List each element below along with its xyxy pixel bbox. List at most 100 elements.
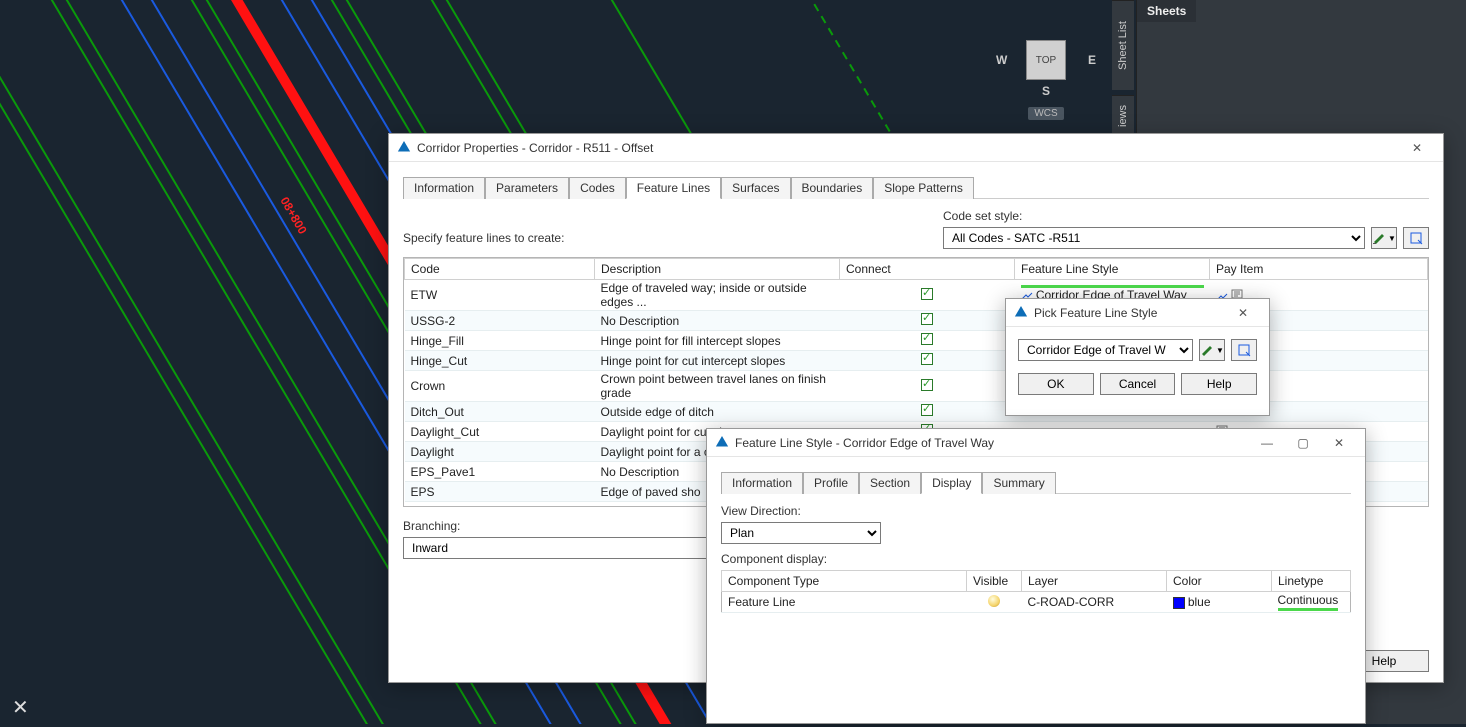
cell-visible[interactable] <box>967 592 1022 613</box>
cell-code: ETW <box>405 280 595 311</box>
fls-title: Feature Line Style - Corridor Edge of Tr… <box>735 436 1249 450</box>
view-cube[interactable]: W E S TOP WCS <box>986 0 1106 120</box>
color-swatch <box>1173 597 1185 609</box>
fls-close-button[interactable]: ✕ <box>1321 431 1357 455</box>
cell-color[interactable]: blue <box>1167 592 1272 613</box>
pick-edit-button[interactable]: ▼ <box>1199 339 1225 361</box>
cell-connect[interactable] <box>840 351 1015 371</box>
pick-titlebar[interactable]: Pick Feature Line Style ✕ <box>1006 299 1269 327</box>
th-desc[interactable]: Description <box>595 259 840 280</box>
tab-display[interactable]: Display <box>921 472 982 494</box>
th-color[interactable]: Color <box>1167 571 1272 592</box>
cell-code: Daylight_Cut <box>405 422 595 442</box>
tab-information[interactable]: Information <box>721 472 803 494</box>
tab-slope-patterns[interactable]: Slope Patterns <box>873 177 974 199</box>
pick-fls-select[interactable]: Corridor Edge of Travel W <box>1018 339 1193 361</box>
tab-boundaries[interactable]: Boundaries <box>791 177 874 199</box>
cell-comptype: Feature Line <box>722 592 967 613</box>
corridor-titlebar[interactable]: Corridor Properties - Corridor - R511 - … <box>389 134 1443 162</box>
tab-codes[interactable]: Codes <box>569 177 626 199</box>
pick-fls-dialog: Pick Feature Line Style ✕ Corridor Edge … <box>1005 298 1270 416</box>
checkbox-icon <box>921 288 933 300</box>
tab-information[interactable]: Information <box>403 177 485 199</box>
th-fls[interactable]: Feature Line Style <box>1015 259 1210 280</box>
th-visible[interactable]: Visible <box>967 571 1022 592</box>
pick-select-in-drawing-button[interactable] <box>1231 339 1257 361</box>
cell-code: USSG-2 <box>405 311 595 331</box>
pencil-icon <box>1372 231 1386 245</box>
cell-connect[interactable] <box>840 331 1015 351</box>
pick-icon <box>1409 231 1423 245</box>
component-display-table: Component Type Visible Layer Color Linet… <box>721 570 1351 613</box>
fls-titlebar[interactable]: Feature Line Style - Corridor Edge of Tr… <box>707 429 1365 457</box>
checkbox-icon <box>921 313 933 325</box>
side-tab-sheet-list[interactable]: Sheet List <box>1112 0 1134 90</box>
tab-summary[interactable]: Summary <box>982 472 1055 494</box>
viewcube-top-face[interactable]: TOP <box>1026 40 1066 80</box>
codeset-select[interactable]: All Codes - SATC -R511 <box>943 227 1365 249</box>
pick-help-button[interactable]: Help <box>1181 373 1257 395</box>
corridor-tabs: InformationParametersCodesFeature LinesS… <box>403 176 1429 199</box>
th-linetype[interactable]: Linetype <box>1272 571 1351 592</box>
wcs-button[interactable]: WCS <box>1028 107 1063 120</box>
th-pay[interactable]: Pay Item <box>1210 259 1428 280</box>
table-row[interactable]: Hinge_FillHinge point for fill intercept… <box>405 331 1428 351</box>
table-row[interactable]: CrownCrown point between travel lanes on… <box>405 371 1428 402</box>
viewcube-south[interactable]: S <box>1042 84 1050 98</box>
cell-code: Ditch_Out <box>405 402 595 422</box>
cell-desc: Crown point between travel lanes on fini… <box>595 371 840 402</box>
viewcube-west[interactable]: W <box>996 53 1007 67</box>
table-row[interactable]: Ditch_OutOutside edge of ditch <box>405 402 1428 422</box>
corridor-close-button[interactable]: ✕ <box>1399 136 1435 160</box>
cell-code: Daylight <box>405 442 595 462</box>
pick-icon <box>1237 343 1251 357</box>
cell-desc: Edge of traveled way; inside or outside … <box>595 280 840 311</box>
table-row[interactable]: ETWEdge of traveled way; inside or outsi… <box>405 280 1428 311</box>
checkbox-icon <box>921 333 933 345</box>
th-layer[interactable]: Layer <box>1022 571 1167 592</box>
svg-text:08+800: 08+800 <box>277 195 309 237</box>
tab-profile[interactable]: Profile <box>803 472 859 494</box>
viewcube-east[interactable]: E <box>1088 53 1096 67</box>
table-row[interactable]: USSG-2No Description <box>405 311 1428 331</box>
corridor-title: Corridor Properties - Corridor - R511 - … <box>417 141 1399 155</box>
fls-min-button[interactable]: — <box>1249 431 1285 455</box>
tab-section[interactable]: Section <box>859 472 921 494</box>
th-connect[interactable]: Connect <box>840 259 1015 280</box>
sheets-tab[interactable]: Sheets <box>1137 0 1196 22</box>
th-code[interactable]: Code <box>405 259 595 280</box>
table-row[interactable]: Feature Line C-ROAD-CORR blue Continuous <box>722 592 1351 613</box>
viewdir-select[interactable]: Plan <box>721 522 881 544</box>
codeset-label: Code set style: <box>943 209 1429 223</box>
pick-title: Pick Feature Line Style <box>1034 306 1225 320</box>
cell-connect[interactable] <box>840 402 1015 422</box>
side-tab-views[interactable]: iews <box>1112 95 1134 135</box>
lightbulb-icon <box>988 595 1000 607</box>
cell-code: Hinge_Fill <box>405 331 595 351</box>
cell-desc: Outside edge of ditch <box>595 402 840 422</box>
cell-connect[interactable] <box>840 280 1015 311</box>
cell-code: Crown <box>405 371 595 402</box>
pick-ok-button[interactable]: OK <box>1018 373 1094 395</box>
tab-surfaces[interactable]: Surfaces <box>721 177 790 199</box>
cell-connect[interactable] <box>840 371 1015 402</box>
cell-desc: Hinge point for fill intercept slopes <box>595 331 840 351</box>
tab-parameters[interactable]: Parameters <box>485 177 569 199</box>
pick-cancel-button[interactable]: Cancel <box>1100 373 1176 395</box>
fls-max-button[interactable]: ▢ <box>1285 431 1321 455</box>
cell-layer[interactable]: C-ROAD-CORR <box>1022 592 1167 613</box>
tab-feature-lines[interactable]: Feature Lines <box>626 177 721 199</box>
codeset-pick-button[interactable] <box>1403 227 1429 249</box>
table-row[interactable]: Hinge_CutHinge point for cut intercept s… <box>405 351 1428 371</box>
cell-connect[interactable] <box>840 311 1015 331</box>
pick-close-button[interactable]: ✕ <box>1225 301 1261 325</box>
codeset-edit-button[interactable]: ▼ <box>1371 227 1397 249</box>
compdisp-label: Component display: <box>721 552 1351 566</box>
cell-linetype[interactable]: Continuous <box>1272 592 1351 613</box>
checkbox-icon <box>921 379 933 391</box>
cell-code: EPS_Pave1 <box>405 462 595 482</box>
th-comptype[interactable]: Component Type <box>722 571 967 592</box>
cell-code: Hinge_Cut <box>405 351 595 371</box>
close-x-icon[interactable]: ✕ <box>12 695 29 720</box>
checkbox-icon <box>921 353 933 365</box>
